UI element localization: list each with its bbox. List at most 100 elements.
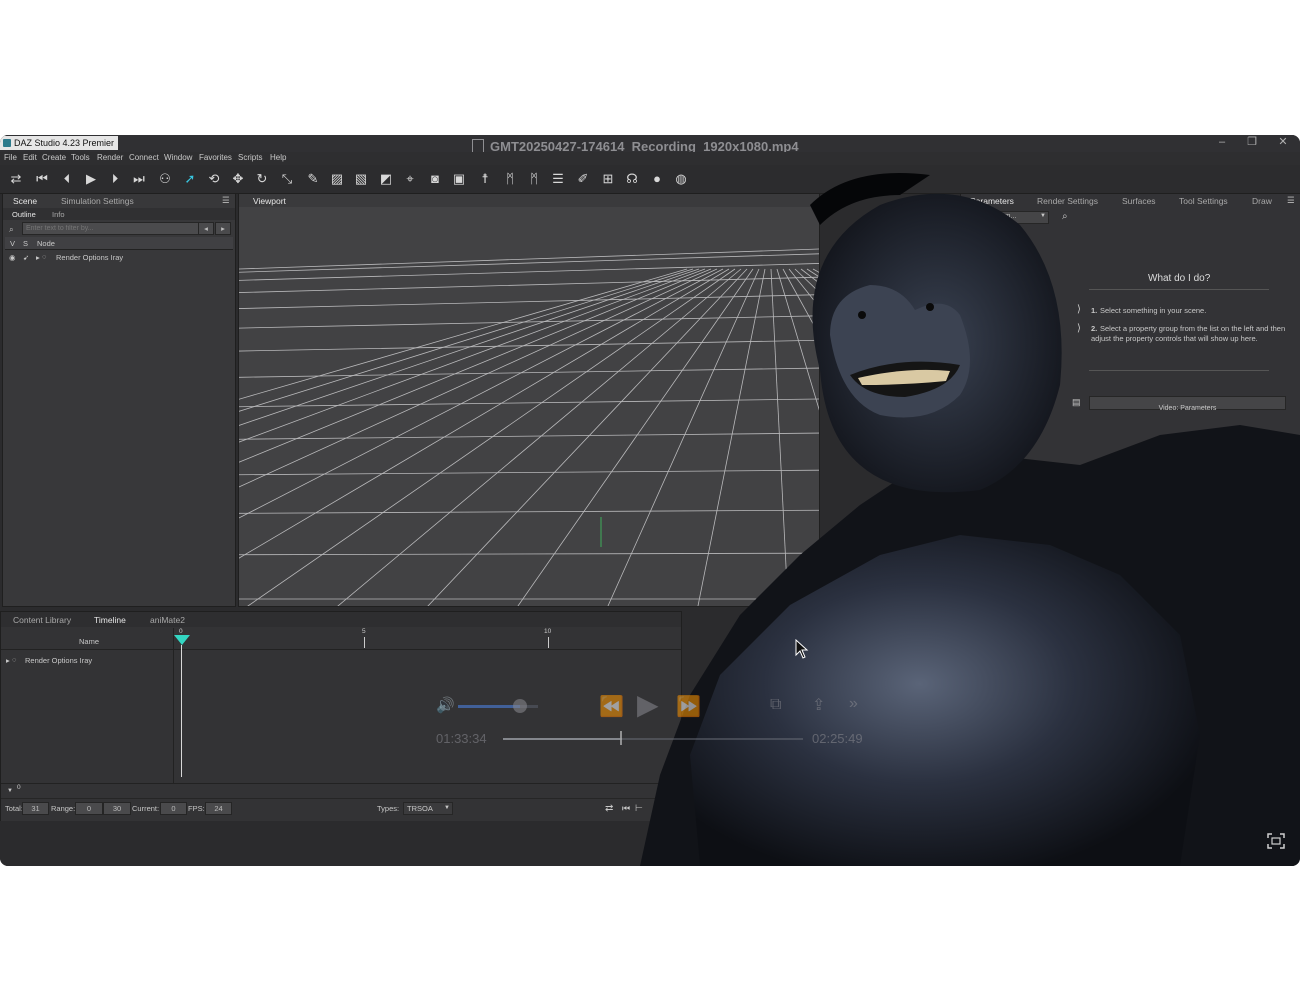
- total-field[interactable]: 31: [22, 802, 49, 815]
- expand-arrow-icon[interactable]: ▸: [36, 253, 40, 262]
- light-icon[interactable]: ☊: [623, 170, 641, 188]
- viewport-panel[interactable]: Viewport: [238, 193, 820, 607]
- ground-grid: [239, 248, 819, 606]
- select-arrow-icon[interactable]: ➹: [23, 253, 29, 262]
- pointer-icon[interactable]: ➚: [181, 170, 199, 188]
- daz-logo-icon: [3, 139, 11, 147]
- tab-animate2[interactable]: aniMate2: [150, 615, 185, 625]
- menu-connect[interactable]: Connect: [129, 153, 159, 162]
- step-forward-icon[interactable]: ⏵: [106, 170, 124, 188]
- viewport-canvas[interactable]: [239, 207, 819, 606]
- region-icon[interactable]: ⊞: [599, 170, 617, 188]
- figure-pose-icon[interactable]: ☨: [476, 170, 494, 188]
- loop-icon[interactable]: ⇄: [605, 803, 613, 814]
- panel-menu-icon[interactable]: ☰: [222, 195, 230, 206]
- video-parameters-button[interactable]: Video: Parameters: [1089, 396, 1286, 412]
- powerpose-icon[interactable]: ᛗ: [525, 170, 543, 188]
- scene-filter-input[interactable]: [22, 222, 200, 235]
- list-item[interactable]: ◉ ➹ ▸ ◌ Render Options Iray: [5, 252, 233, 264]
- tab-viewport[interactable]: Viewport: [253, 196, 286, 206]
- menu-create[interactable]: Create: [42, 153, 66, 162]
- share-icon[interactable]: ⇪: [812, 695, 825, 715]
- subtab-outline[interactable]: Outline: [12, 210, 36, 219]
- skip-end-icon[interactable]: ⏭: [130, 170, 148, 188]
- menu-tools[interactable]: Tools: [71, 153, 90, 162]
- first-key-icon[interactable]: ⊢: [635, 803, 643, 814]
- column-node[interactable]: Node: [37, 239, 55, 248]
- menu-edit[interactable]: Edit: [23, 153, 37, 162]
- close-button[interactable]: ✕: [1268, 135, 1298, 151]
- tab-timeline[interactable]: Timeline: [94, 615, 126, 625]
- eye-icon[interactable]: ◉: [9, 253, 16, 262]
- magnet-icon[interactable]: ⌖: [401, 170, 419, 188]
- range-start-field[interactable]: 0: [75, 802, 103, 815]
- geometry-editor-icon[interactable]: ▨: [328, 170, 346, 188]
- fps-field[interactable]: 24: [205, 802, 232, 815]
- camera-icon[interactable]: ◙: [426, 170, 444, 188]
- video-icon[interactable]: ▤: [1072, 397, 1081, 408]
- menu-help[interactable]: Help: [270, 153, 286, 162]
- timeline-track-names: Name ▸ ◌ Render Options Iray: [1, 628, 174, 783]
- tab-render-settings[interactable]: Render Settings: [1037, 196, 1098, 206]
- menu-window[interactable]: Window: [164, 153, 192, 162]
- grid-line: [427, 268, 748, 606]
- column-visible[interactable]: V: [10, 239, 15, 248]
- mouse-cursor-icon: [795, 639, 809, 659]
- node-label: Render Options Iray: [56, 253, 124, 262]
- ruler-label: 0: [179, 628, 183, 635]
- expand-arrow-icon[interactable]: ▸: [6, 656, 10, 665]
- paint-icon[interactable]: ✐: [574, 170, 592, 188]
- node-weight-icon[interactable]: ◩: [377, 170, 395, 188]
- property-group-dropdown[interactable]: n Item... ▼: [987, 211, 1049, 224]
- picture-in-picture-icon[interactable]: ⧉: [770, 696, 781, 714]
- surface-selection-icon[interactable]: ▧: [352, 170, 370, 188]
- menu-scripts[interactable]: Scripts: [238, 153, 262, 162]
- status-bar: [0, 821, 700, 866]
- render-icon[interactable]: ▣: [450, 170, 468, 188]
- filter-next-button[interactable]: ▸: [215, 222, 231, 235]
- joint-editor-icon[interactable]: ✎: [304, 170, 322, 188]
- filter-prev-button[interactable]: ◂: [198, 222, 214, 235]
- rotate-icon[interactable]: ↻: [253, 170, 271, 188]
- skip-start-icon[interactable]: ⏮: [33, 170, 51, 188]
- list-icon[interactable]: ☰: [549, 170, 567, 188]
- tab-surfaces[interactable]: Surfaces: [1122, 196, 1156, 206]
- tab-scene[interactable]: Scene: [13, 196, 37, 206]
- chevron-down-icon[interactable]: ▼: [7, 788, 13, 794]
- minimize-button[interactable]: –: [1207, 135, 1237, 151]
- grid-line: [239, 315, 819, 329]
- types-dropdown[interactable]: TRSOA ▼: [403, 802, 453, 815]
- timeline-ruler-area[interactable]: 0 5 10: [174, 628, 681, 783]
- range-end-field[interactable]: 30: [103, 802, 131, 815]
- live-text-icon[interactable]: [1266, 832, 1286, 850]
- subtab-info[interactable]: Info: [52, 210, 65, 219]
- sphere-icon[interactable]: ●: [648, 170, 666, 188]
- rotate-view-icon[interactable]: ⟲: [205, 170, 223, 188]
- play-icon[interactable]: ▶: [82, 170, 100, 188]
- tab-tool-settings[interactable]: Tool Settings: [1179, 196, 1228, 206]
- more-icon[interactable]: »: [849, 695, 858, 713]
- step-back-icon[interactable]: ⏴: [58, 170, 76, 188]
- translate-icon[interactable]: ✥: [229, 170, 247, 188]
- chevron-down-icon: ▼: [1040, 213, 1046, 219]
- node-select-icon[interactable]: ⚇: [156, 170, 174, 188]
- active-pose-icon[interactable]: ᛗ: [501, 170, 519, 188]
- tab-draw[interactable]: Draw: [1252, 196, 1272, 206]
- restore-button[interactable]: ❐: [1237, 135, 1267, 151]
- scale-icon[interactable]: ⤡: [278, 170, 296, 188]
- search-icon[interactable]: ⌕: [1062, 211, 1068, 222]
- skip-start-icon[interactable]: ⏮: [622, 803, 630, 814]
- panel-menu-icon[interactable]: ☰: [1287, 195, 1295, 206]
- current-frame-field[interactable]: 0: [160, 802, 187, 815]
- column-selectable[interactable]: S: [23, 239, 28, 248]
- cycle-icon[interactable]: ⇄: [7, 170, 25, 188]
- tab-simulation-settings[interactable]: Simulation Settings: [61, 196, 134, 206]
- playhead-marker[interactable]: [174, 635, 190, 645]
- tab-parameters[interactable]: Parameters: [970, 196, 1014, 206]
- shader-icon[interactable]: ◍: [672, 170, 690, 188]
- menu-file[interactable]: File: [4, 153, 17, 162]
- menu-render[interactable]: Render: [97, 153, 123, 162]
- grid-line: [239, 294, 819, 309]
- tab-content-library[interactable]: Content Library: [13, 615, 71, 625]
- menu-favorites[interactable]: Favorites: [199, 153, 232, 162]
